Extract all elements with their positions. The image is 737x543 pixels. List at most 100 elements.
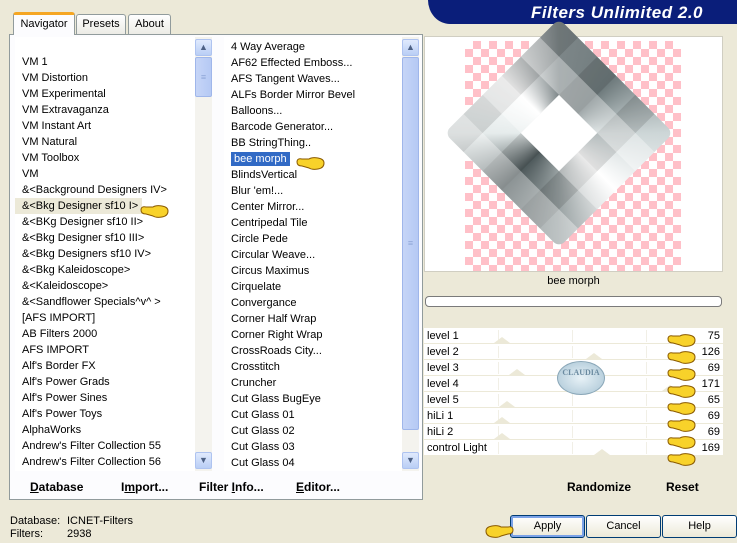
category-list[interactable]: VM 1 VM Distortion VM Experimental VM Extra…: [15, 37, 212, 471]
filter-item-label: Cruncher: [231, 377, 277, 389]
slider-tick: [498, 442, 499, 454]
category-scrollbar[interactable]: ▲ ≡ ▼: [195, 37, 212, 471]
category-item[interactable]: VM 1: [15, 54, 167, 70]
filter-item[interactable]: AFS Tangent Waves...: [224, 71, 355, 87]
filter-list[interactable]: 4 Way Average AF62 Effected Emboss... AFS …: [224, 37, 419, 471]
scroll-up-button[interactable]: ▲: [195, 39, 212, 56]
category-item[interactable]: &<Sandflower Specials^v^ >: [15, 294, 167, 310]
category-item[interactable]: Alf's Power Toys: [15, 406, 167, 422]
tab-navigator[interactable]: Navigator: [13, 12, 75, 35]
category-item[interactable]: VM Experimental: [15, 86, 167, 102]
filter-item[interactable]: bee morph: [224, 151, 355, 167]
cancel-button[interactable]: Cancel: [586, 515, 661, 538]
filter-item[interactable]: CrossRoads City...: [224, 343, 355, 359]
pointing-hand-icon: [667, 436, 696, 449]
filter-item[interactable]: Cut Glass BugEye: [224, 391, 355, 407]
param-label: control Light: [427, 442, 487, 454]
filter-item[interactable]: Cruncher: [224, 375, 355, 391]
category-item[interactable]: VM Distortion: [15, 70, 167, 86]
scroll-thumb[interactable]: ≡: [402, 57, 419, 430]
editor-button[interactable]: Editor...: [296, 480, 340, 494]
import-button[interactable]: Import...: [121, 480, 168, 494]
filter-item-label: Circle Pede: [231, 233, 288, 245]
param-label: level 3: [427, 362, 459, 374]
randomize-button[interactable]: Randomize: [567, 480, 631, 494]
filter-item-label: Corner Right Wrap: [231, 329, 323, 341]
filter-item-label: Circus Maximus: [231, 265, 310, 277]
param-label: hiLi 2: [427, 426, 454, 438]
scroll-thumb[interactable]: ≡: [195, 57, 212, 97]
category-item[interactable]: AFS IMPORT: [15, 342, 167, 358]
filter-item[interactable]: Cut Glass 02: [224, 423, 355, 439]
slider-thumb[interactable]: [594, 449, 610, 455]
filter-item-label: AFS Tangent Waves...: [231, 73, 340, 85]
filter-item[interactable]: Circle Pede: [224, 231, 355, 247]
filter-item[interactable]: Circular Weave...: [224, 247, 355, 263]
filter-item[interactable]: Convergance: [224, 295, 355, 311]
filter-item[interactable]: Circus Maximus: [224, 263, 355, 279]
param-label: level 1: [427, 330, 459, 342]
category-item[interactable]: &<Bkg Designers sf10 IV>: [15, 246, 167, 262]
slider-thumb[interactable]: [499, 401, 515, 407]
category-item[interactable]: VM Extravaganza: [15, 102, 167, 118]
filter-item-label: 4 Way Average: [231, 41, 305, 53]
category-item[interactable]: Alf's Power Grads: [15, 374, 167, 390]
category-item[interactable]: VM Toolbox: [15, 150, 167, 166]
filter-item[interactable]: BB StringThing..: [224, 135, 355, 151]
slider-thumb[interactable]: [586, 353, 602, 359]
category-item[interactable]: &<Bkg Kaleidoscope>: [15, 262, 167, 278]
slider-thumb[interactable]: [494, 337, 510, 343]
help-button[interactable]: Help: [662, 515, 737, 538]
scroll-up-button[interactable]: ▲: [402, 39, 419, 56]
slider-thumb[interactable]: [494, 417, 510, 423]
category-item[interactable]: [AFS IMPORT]: [15, 310, 167, 326]
tab-presets[interactable]: Presets: [76, 14, 126, 34]
category-item[interactable]: Andrew's Filter Collection 55: [15, 438, 167, 454]
category-item[interactable]: VM Natural: [15, 134, 167, 150]
tab-about[interactable]: About: [128, 14, 171, 34]
pointing-hand-icon: [667, 368, 696, 381]
category-item[interactable]: &<Bkg Designer sf10 III>: [15, 230, 167, 246]
slider-tick: [572, 426, 573, 438]
filter-info-button[interactable]: Filter Info...: [199, 480, 264, 494]
category-item[interactable]: VM Instant Art: [15, 118, 167, 134]
filter-item-label: Convergance: [231, 297, 297, 309]
category-item[interactable]: VM: [15, 166, 167, 182]
filter-item[interactable]: 4 Way Average: [224, 39, 355, 55]
database-button[interactable]: Database: [30, 480, 83, 494]
category-item[interactable]: Alf's Border FX: [15, 358, 167, 374]
filter-item[interactable]: Cut Glass 01: [224, 407, 355, 423]
param-label: level 5: [427, 394, 459, 406]
category-item[interactable]: &<Kaleidoscope>: [15, 278, 167, 294]
category-item[interactable]: Andrew's Filter Collection 56: [15, 454, 167, 470]
filter-item[interactable]: ALFs Border Mirror Bevel: [224, 87, 355, 103]
filter-item[interactable]: Cut Glass 04: [224, 455, 355, 471]
filter-item[interactable]: BlindsVertical: [224, 167, 355, 183]
category-item[interactable]: AB Filters 2000: [15, 326, 167, 342]
filter-item[interactable]: Crosstitch: [224, 359, 355, 375]
filter-item[interactable]: AF62 Effected Emboss...: [224, 55, 355, 71]
filter-item[interactable]: Cirquelate: [224, 279, 355, 295]
slider-tick: [498, 378, 499, 390]
filter-item[interactable]: Barcode Generator...: [224, 119, 355, 135]
category-item[interactable]: &<Bkg Designer sf10 I>: [15, 198, 143, 214]
apply-button[interactable]: Apply: [510, 515, 585, 538]
filter-scrollbar[interactable]: ▲ ≡ ▼: [402, 37, 419, 471]
slider-thumb[interactable]: [509, 369, 525, 375]
filter-item[interactable]: Centripedal Tile: [224, 215, 355, 231]
filter-item[interactable]: Blur 'em!...: [224, 183, 355, 199]
scroll-down-button[interactable]: ▼: [402, 452, 419, 469]
category-item[interactable]: AlphaWorks: [15, 422, 167, 438]
pointing-hand-icon: [667, 453, 696, 466]
reset-button[interactable]: Reset: [666, 480, 699, 494]
filter-item[interactable]: Cut Glass 03: [224, 439, 355, 455]
database-label: Database:: [10, 515, 61, 527]
filter-item[interactable]: Corner Half Wrap: [224, 311, 355, 327]
filter-item[interactable]: Balloons...: [224, 103, 355, 119]
slider-thumb[interactable]: [494, 433, 510, 439]
scroll-down-button[interactable]: ▼: [195, 452, 212, 469]
category-item[interactable]: Alf's Power Sines: [15, 390, 167, 406]
filter-item[interactable]: Corner Right Wrap: [224, 327, 355, 343]
filter-item[interactable]: Center Mirror...: [224, 199, 355, 215]
category-item[interactable]: &<Background Designers IV>: [15, 182, 167, 198]
